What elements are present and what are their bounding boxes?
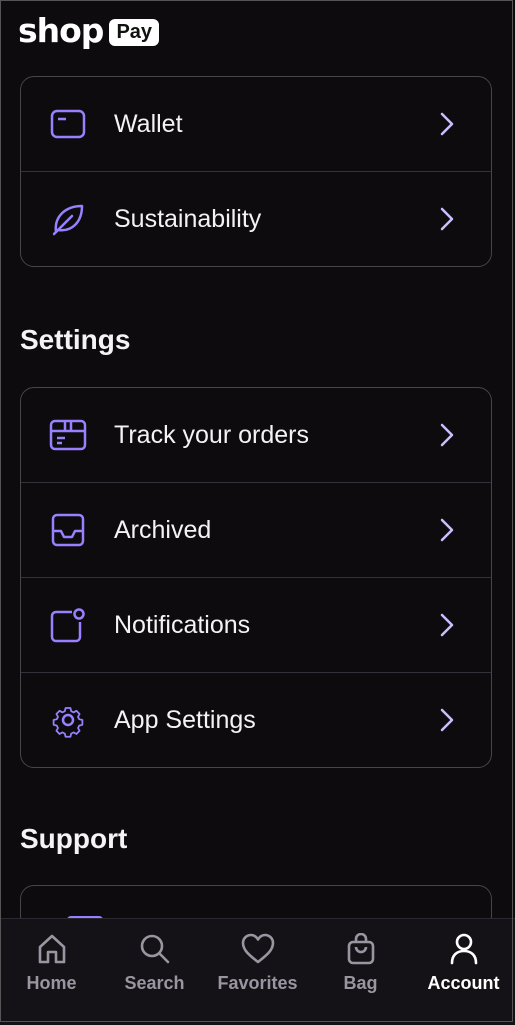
package-icon bbox=[48, 415, 88, 455]
chevron-right-icon bbox=[437, 110, 457, 138]
chevron-right-icon bbox=[437, 516, 457, 544]
gear-icon bbox=[48, 700, 88, 740]
chevron-right-icon bbox=[437, 421, 457, 449]
app-settings-label: App Settings bbox=[114, 705, 256, 734]
tab-bag-label: Bag bbox=[343, 973, 378, 993]
shop-pay-logo: shop Pay bbox=[18, 11, 160, 50]
archive-icon bbox=[48, 510, 88, 550]
bag-icon bbox=[347, 933, 374, 965]
wallet-icon bbox=[48, 104, 88, 144]
archived-label: Archived bbox=[114, 515, 212, 544]
settings-heading: Settings bbox=[20, 324, 131, 355]
notification-icon bbox=[48, 605, 88, 645]
heart-icon bbox=[241, 933, 274, 964]
leaf-icon bbox=[48, 199, 88, 239]
bottom-tab-bar: Home Search Favorites Bag Account bbox=[0, 918, 515, 1025]
sustainability-row[interactable]: Sustainability bbox=[21, 171, 491, 266]
person-icon bbox=[450, 933, 477, 965]
chevron-right-icon bbox=[437, 205, 457, 233]
tab-home-label: Home bbox=[26, 973, 77, 993]
tab-bag[interactable]: Bag bbox=[309, 919, 412, 1025]
logo-badge: Pay bbox=[109, 19, 160, 46]
account-links-card: Wallet Sustainability bbox=[20, 76, 492, 267]
archived-row[interactable]: Archived bbox=[21, 482, 491, 577]
wallet-row[interactable]: Wallet bbox=[21, 77, 491, 171]
tab-account[interactable]: Account bbox=[412, 919, 515, 1025]
sustainability-label: Sustainability bbox=[114, 204, 262, 233]
logo-wordmark: shop bbox=[18, 11, 104, 50]
settings-card: Track your orders Archived Notifications… bbox=[20, 387, 492, 768]
home-icon bbox=[38, 934, 65, 964]
tab-favorites[interactable]: Favorites bbox=[206, 919, 309, 1025]
track-orders-row[interactable]: Track your orders bbox=[21, 388, 491, 482]
tab-home[interactable]: Home bbox=[0, 919, 103, 1025]
tab-favorites-label: Favorites bbox=[217, 973, 298, 993]
chevron-right-icon bbox=[437, 611, 457, 639]
wallet-label: Wallet bbox=[114, 109, 183, 138]
support-heading: Support bbox=[20, 823, 128, 854]
track-orders-label: Track your orders bbox=[114, 420, 309, 449]
app-settings-row[interactable]: App Settings bbox=[21, 672, 491, 767]
notifications-label: Notifications bbox=[114, 610, 251, 639]
tab-search[interactable]: Search bbox=[103, 919, 206, 1025]
tab-account-label: Account bbox=[427, 973, 500, 993]
chevron-right-icon bbox=[437, 706, 457, 734]
notifications-row[interactable]: Notifications bbox=[21, 577, 491, 672]
search-icon bbox=[140, 934, 169, 964]
tab-search-label: Search bbox=[124, 973, 185, 993]
